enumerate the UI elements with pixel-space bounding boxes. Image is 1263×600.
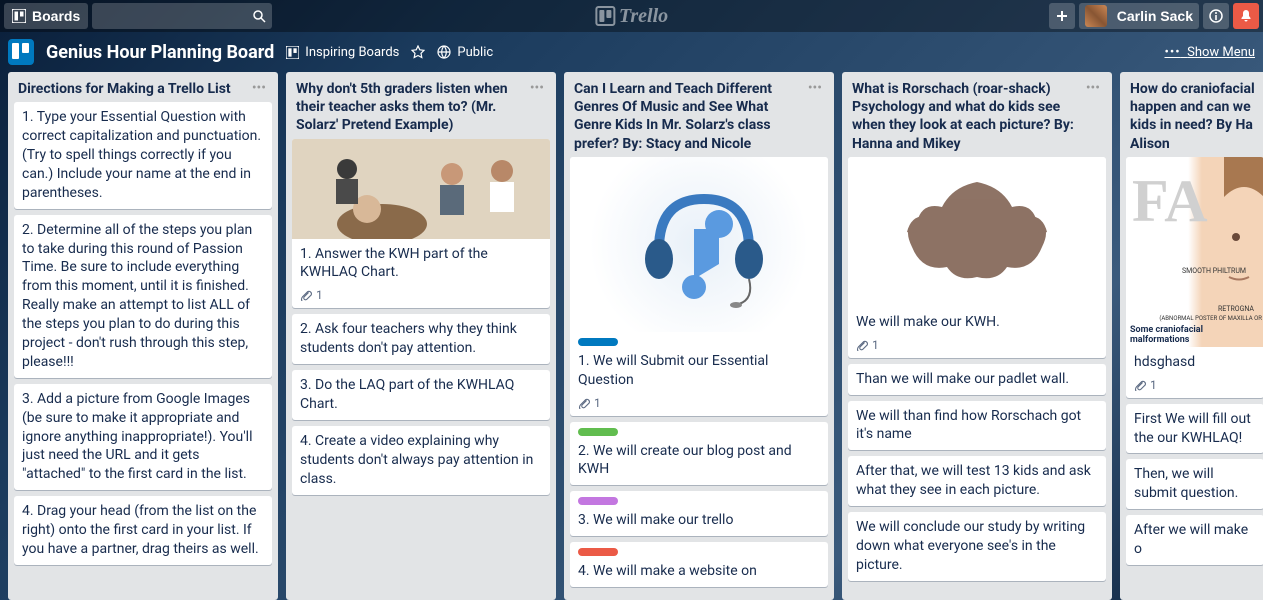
card[interactable]: After that, we will test 13 kids and ask…: [848, 456, 1106, 506]
card[interactable]: We will make our KWH. 1: [848, 157, 1106, 358]
avatar: [1085, 5, 1107, 27]
star-icon: [411, 45, 425, 59]
card-label-blue: [578, 338, 618, 346]
list-title[interactable]: Why don't 5th graders listen when their …: [296, 80, 528, 135]
list-menu-button[interactable]: •••: [1084, 80, 1102, 96]
star-button[interactable]: [411, 45, 425, 59]
card[interactable]: After we will make o: [1126, 515, 1263, 565]
bell-icon: [1239, 9, 1253, 23]
add-button[interactable]: [1049, 3, 1075, 29]
card[interactable]: 3. Add a picture from Google Images (be …: [14, 384, 272, 490]
card[interactable]: 2. Determine all of the steps you plan t…: [14, 215, 272, 378]
card-badges: 1: [1126, 378, 1263, 398]
card-badges: 1: [570, 396, 828, 416]
search-icon: [252, 9, 266, 23]
attachment-icon: [856, 339, 868, 351]
card[interactable]: We will than find how Rorschach got it's…: [848, 401, 1106, 451]
list-title[interactable]: Directions for Making a Trello List: [18, 80, 250, 98]
card[interactable]: 4. Drag your head (from the list on the …: [14, 496, 272, 565]
board-title[interactable]: Genius Hour Planning Board: [46, 42, 274, 63]
attachment-icon: [578, 397, 590, 409]
card[interactable]: 1. Type your Essential Question with cor…: [14, 102, 272, 208]
list-menu-button[interactable]: •••: [250, 80, 268, 96]
list-title[interactable]: How do craniofacial happen and can we ki…: [1130, 80, 1260, 153]
card-label-purple: [578, 497, 618, 505]
dots-icon: •••: [1164, 45, 1180, 60]
visibility-button[interactable]: Public: [437, 45, 493, 60]
list-title[interactable]: Can I Learn and Teach Different Genres O…: [574, 80, 806, 153]
trello-logo[interactable]: Trello: [595, 5, 668, 28]
card-cover-image: [848, 157, 1106, 307]
boards-button[interactable]: Boards: [4, 3, 88, 29]
logo-icon: [595, 6, 615, 26]
card-cover-image: [292, 139, 550, 239]
globe-icon: [437, 45, 451, 59]
card-badges: 1: [292, 288, 550, 308]
card[interactable]: We will conclude our study by writing do…: [848, 512, 1106, 581]
plus-icon: [1055, 9, 1069, 23]
card[interactable]: FA SMOOTH PHILTRUM RETROGNA (ABNORMAL PO…: [1126, 157, 1263, 398]
list: How do craniofacial happen and can we ki…: [1120, 72, 1263, 600]
boards-icon: [12, 9, 26, 23]
card[interactable]: 2. Ask four teachers why they think stud…: [292, 314, 550, 364]
list: Directions for Making a Trello List ••• …: [8, 72, 278, 600]
card-cover-image: [570, 157, 828, 332]
boards-small-icon: [286, 46, 299, 59]
list-title[interactable]: What is Rorschach (roar-shack) Psycholog…: [852, 80, 1084, 153]
card[interactable]: Then, we will submit question.: [1126, 459, 1263, 509]
show-menu-button[interactable]: ••• Show Menu: [1164, 45, 1255, 60]
card[interactable]: Than we will make our padlet wall.: [848, 364, 1106, 395]
boards-label: Boards: [32, 8, 80, 24]
inspiring-boards-link[interactable]: Inspiring Boards: [286, 45, 399, 60]
list-menu-button[interactable]: •••: [806, 80, 824, 96]
board-canvas[interactable]: Directions for Making a Trello List ••• …: [0, 72, 1263, 600]
card[interactable]: 2. We will create our blog post and KWH: [570, 422, 828, 486]
card[interactable]: 4. We will make a website on: [570, 542, 828, 587]
list-menu-button[interactable]: •••: [528, 80, 546, 96]
notifications-button[interactable]: [1233, 3, 1259, 29]
search-input[interactable]: [92, 3, 272, 29]
list: Why don't 5th graders listen when their …: [286, 72, 556, 600]
card-label-green: [578, 428, 618, 436]
card[interactable]: 1. We will Submit our Essential Question…: [570, 157, 828, 416]
board-logo-icon: [8, 39, 34, 65]
list: Can I Learn and Teach Different Genres O…: [564, 72, 834, 600]
card[interactable]: 1. Answer the KWH part of the KWHLAQ Cha…: [292, 139, 550, 309]
card[interactable]: 3. Do the LAQ part of the KWHLAQ Chart.: [292, 370, 550, 420]
card[interactable]: 3. We will make our trello: [570, 491, 828, 536]
card-label-red: [578, 548, 618, 556]
list: What is Rorschach (roar-shack) Psycholog…: [842, 72, 1112, 600]
card-cover-image: FA SMOOTH PHILTRUM RETROGNA (ABNORMAL PO…: [1126, 157, 1263, 347]
card[interactable]: 4. Create a video explaining why student…: [292, 426, 550, 495]
card[interactable]: First We will fill out the our KWHLAQ!: [1126, 404, 1263, 454]
info-icon: [1209, 9, 1223, 23]
attachment-icon: [300, 289, 312, 301]
user-menu[interactable]: Carlin Sack: [1079, 3, 1199, 29]
info-button[interactable]: [1203, 3, 1229, 29]
card-badges: 1: [848, 338, 1106, 358]
attachment-icon: [1134, 379, 1146, 391]
